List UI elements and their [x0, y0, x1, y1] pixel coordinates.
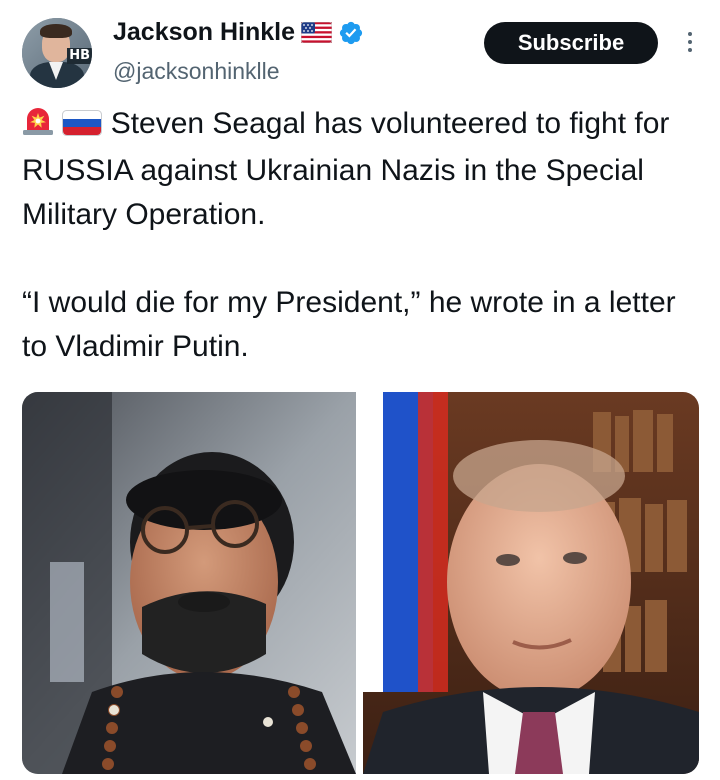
- more-options-icon[interactable]: [686, 32, 694, 58]
- tweet-paragraph-1: Steven Seagal has volunteered to fight f…: [22, 102, 702, 237]
- tweet-text: Steven Seagal has volunteered to fight f…: [22, 102, 702, 369]
- author-name-row: Jackson Hinkle: [113, 18, 364, 47]
- avatar-badge: HB: [67, 48, 92, 64]
- flag-us-icon: [300, 21, 333, 44]
- author-display-name[interactable]: Jackson Hinkle: [113, 18, 295, 47]
- subscribe-button[interactable]: Subscribe: [484, 22, 658, 64]
- tweet-media[interactable]: [22, 392, 699, 774]
- verified-badge-icon[interactable]: [338, 20, 364, 46]
- photo-vladimir-putin[interactable]: [363, 392, 699, 774]
- photo-steven-seagal[interactable]: [22, 392, 356, 774]
- flag-russia-icon: [62, 105, 103, 149]
- tweet-paragraph-2: “I would die for my President,” he wrote…: [22, 286, 676, 363]
- avatar[interactable]: HB: [22, 18, 92, 88]
- avatar-hair: [40, 24, 72, 38]
- police-light-icon: [22, 105, 54, 149]
- author-handle[interactable]: @jacksonhinklle: [113, 58, 280, 85]
- tweet-paragraph-1-text: Steven Seagal has volunteered to fight f…: [22, 107, 670, 231]
- tweet-header: HB Jackson Hinkle @jacksonhinklle Subscr…: [22, 14, 704, 88]
